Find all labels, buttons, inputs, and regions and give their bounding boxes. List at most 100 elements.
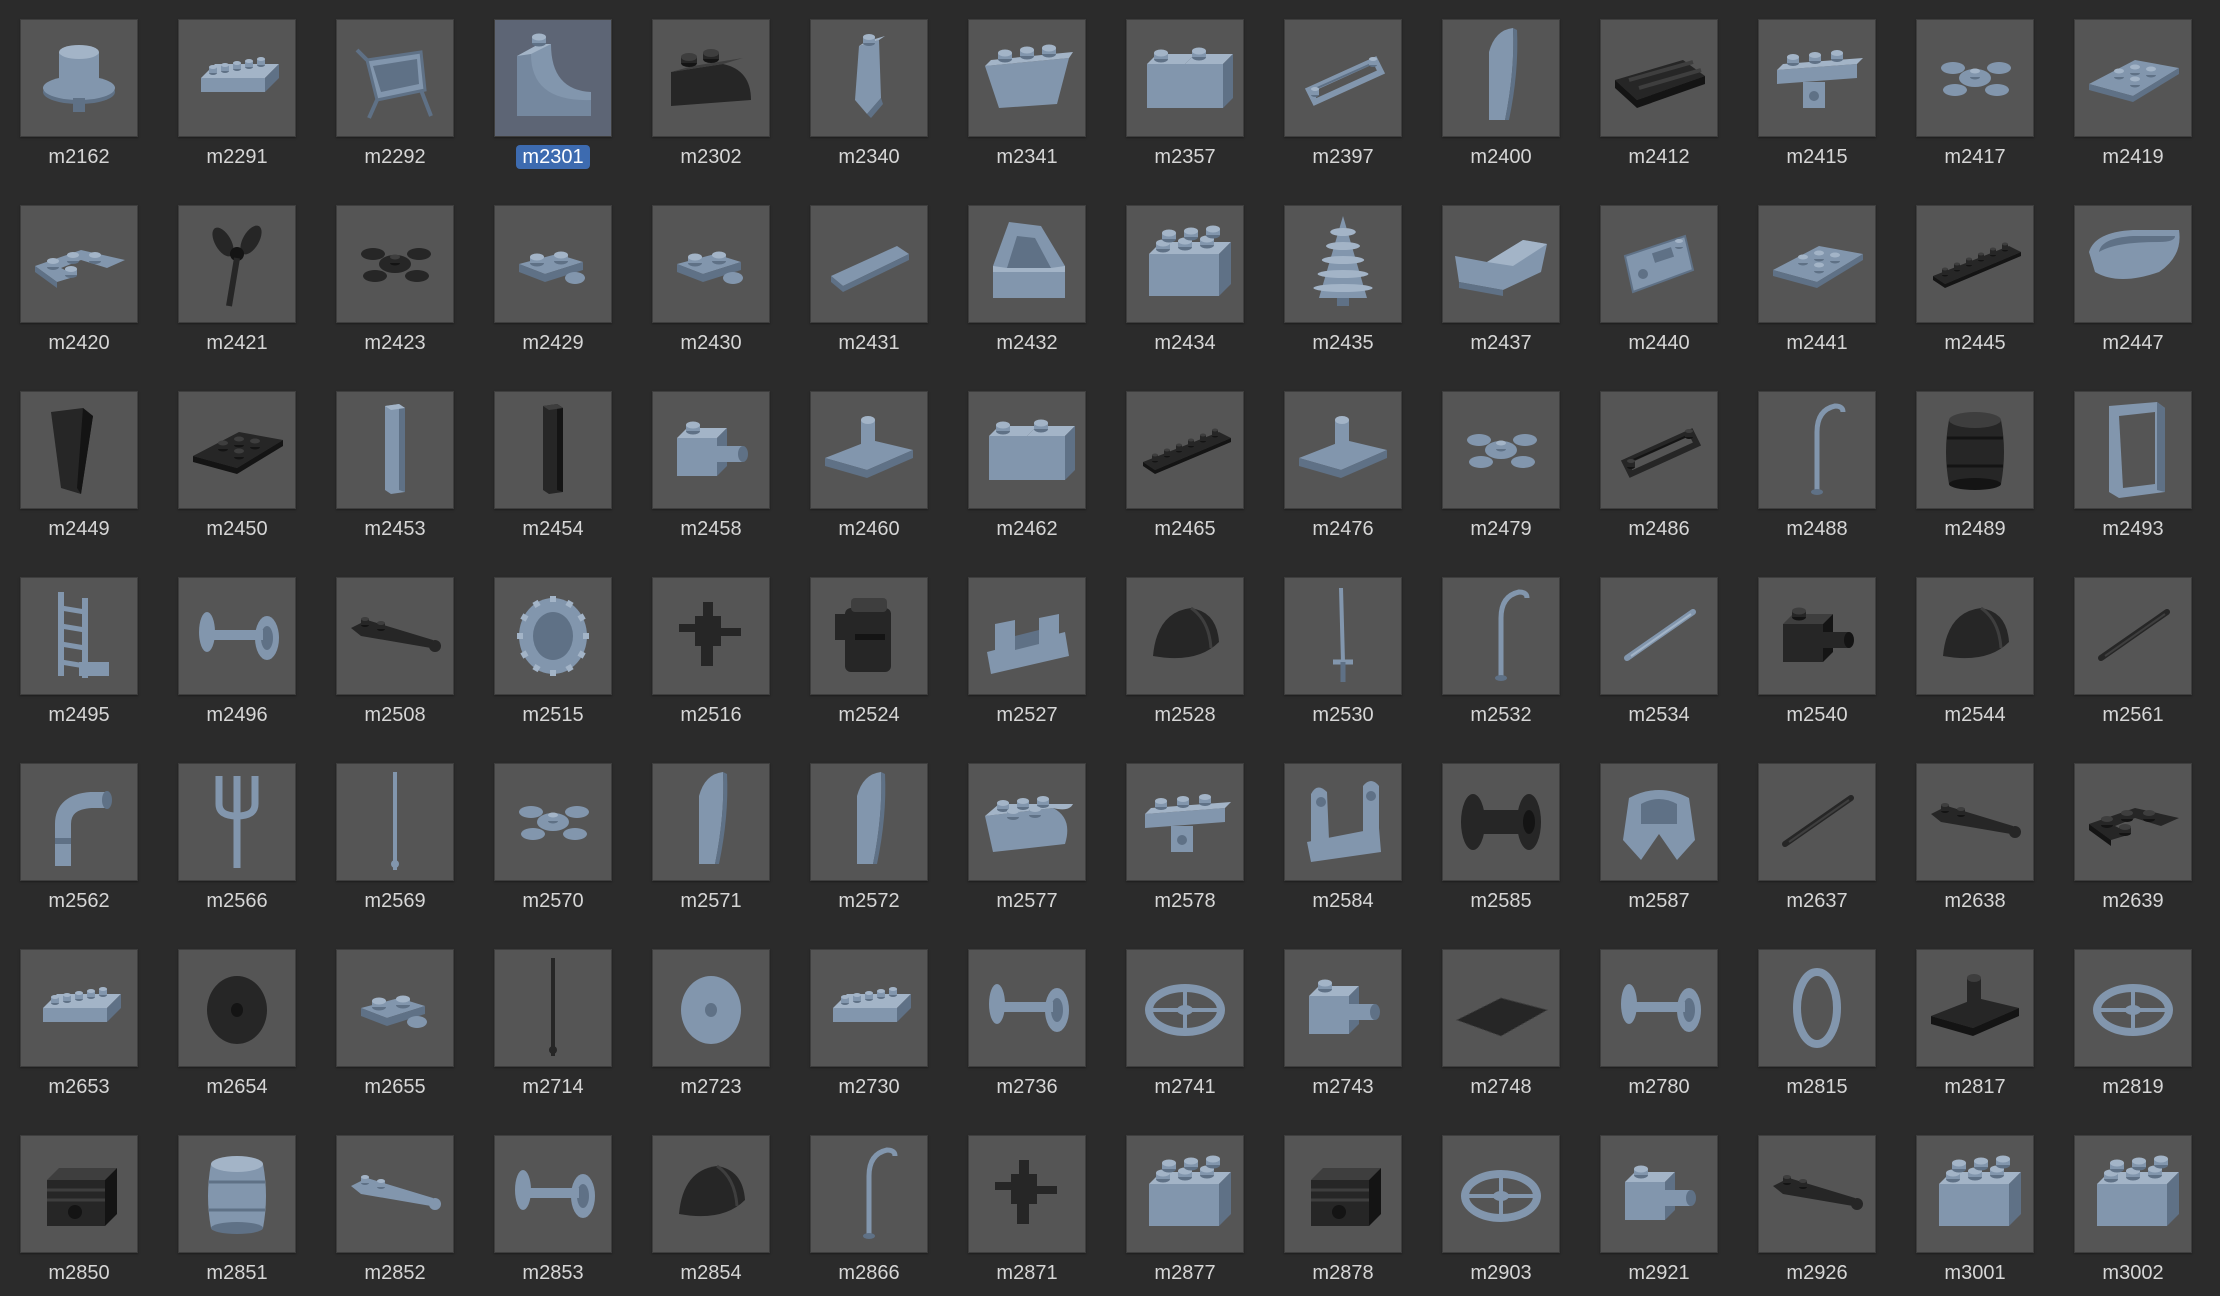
asset-thumbnail[interactable]	[494, 763, 612, 881]
asset-item-m2570[interactable]: m2570	[474, 744, 632, 914]
asset-item-m2714[interactable]: m2714	[474, 930, 632, 1100]
asset-item-m2400[interactable]: m2400	[1422, 0, 1580, 170]
asset-item-m2730[interactable]: m2730	[790, 930, 948, 1100]
asset-thumbnail[interactable]	[652, 949, 770, 1067]
asset-item-m2639[interactable]: m2639	[2054, 744, 2212, 914]
asset-thumbnail[interactable]	[968, 1135, 1086, 1253]
asset-item-m2430[interactable]: m2430	[632, 186, 790, 356]
asset-thumbnail[interactable]	[1284, 577, 1402, 695]
asset-thumbnail[interactable]	[810, 205, 928, 323]
asset-thumbnail[interactable]	[1442, 1135, 1560, 1253]
asset-item-m2465[interactable]: m2465	[1106, 372, 1264, 542]
asset-thumbnail[interactable]	[178, 763, 296, 881]
asset-item-m2421[interactable]: m2421	[158, 186, 316, 356]
asset-item-m2578[interactable]: m2578	[1106, 744, 1264, 914]
asset-thumbnail[interactable]	[2074, 577, 2192, 695]
asset-thumbnail[interactable]	[2074, 391, 2192, 509]
asset-thumbnail[interactable]	[1442, 577, 1560, 695]
asset-thumbnail[interactable]	[336, 1135, 454, 1253]
asset-thumbnail[interactable]	[968, 391, 1086, 509]
asset-item-m2903[interactable]: m2903	[1422, 1116, 1580, 1286]
asset-thumbnail[interactable]	[20, 205, 138, 323]
asset-item-m2432[interactable]: m2432	[948, 186, 1106, 356]
asset-item-m2585[interactable]: m2585	[1422, 744, 1580, 914]
asset-item-m2496[interactable]: m2496	[158, 558, 316, 728]
asset-thumbnail[interactable]	[336, 577, 454, 695]
asset-item-m2743[interactable]: m2743	[1264, 930, 1422, 1100]
asset-thumbnail[interactable]	[1442, 949, 1560, 1067]
asset-thumbnail[interactable]	[494, 949, 612, 1067]
asset-thumbnail[interactable]	[968, 763, 1086, 881]
asset-item-m2528[interactable]: m2528	[1106, 558, 1264, 728]
asset-thumbnail[interactable]	[810, 1135, 928, 1253]
asset-item-m2524[interactable]: m2524	[790, 558, 948, 728]
asset-thumbnail[interactable]	[20, 763, 138, 881]
asset-item-m2454[interactable]: m2454	[474, 372, 632, 542]
asset-item-m2815[interactable]: m2815	[1738, 930, 1896, 1100]
asset-thumbnail[interactable]	[968, 19, 1086, 137]
asset-thumbnail[interactable]	[1126, 19, 1244, 137]
asset-thumbnail[interactable]	[1758, 205, 1876, 323]
asset-thumbnail[interactable]	[1126, 577, 1244, 695]
asset-thumbnail[interactable]	[20, 949, 138, 1067]
asset-thumbnail[interactable]	[1916, 205, 2034, 323]
asset-thumbnail[interactable]	[1126, 949, 1244, 1067]
asset-item-m3001[interactable]: m3001	[1896, 1116, 2054, 1286]
asset-thumbnail[interactable]	[494, 577, 612, 695]
asset-thumbnail[interactable]	[1600, 577, 1718, 695]
asset-item-m2571[interactable]: m2571	[632, 744, 790, 914]
asset-item-m2638[interactable]: m2638	[1896, 744, 2054, 914]
asset-item-m2340[interactable]: m2340	[790, 0, 948, 170]
asset-item-m2655[interactable]: m2655	[316, 930, 474, 1100]
asset-item-m2566[interactable]: m2566	[158, 744, 316, 914]
asset-thumbnail[interactable]	[178, 19, 296, 137]
asset-thumbnail[interactable]	[1600, 949, 1718, 1067]
asset-thumbnail[interactable]	[810, 19, 928, 137]
asset-item-m2850[interactable]: m2850	[0, 1116, 158, 1286]
asset-item-m2853[interactable]: m2853	[474, 1116, 632, 1286]
asset-item-m2654[interactable]: m2654	[158, 930, 316, 1100]
asset-thumbnail[interactable]	[1758, 19, 1876, 137]
asset-thumbnail[interactable]	[178, 1135, 296, 1253]
asset-thumbnail[interactable]	[494, 1135, 612, 1253]
asset-thumbnail[interactable]	[494, 205, 612, 323]
asset-item-m2926[interactable]: m2926	[1738, 1116, 1896, 1286]
asset-thumbnail[interactable]	[810, 949, 928, 1067]
asset-thumbnail[interactable]	[336, 19, 454, 137]
asset-item-m2723[interactable]: m2723	[632, 930, 790, 1100]
asset-item-m2412[interactable]: m2412	[1580, 0, 1738, 170]
asset-item-m2434[interactable]: m2434	[1106, 186, 1264, 356]
asset-item-m2301[interactable]: m2301	[474, 0, 632, 170]
asset-item-m2447[interactable]: m2447	[2054, 186, 2212, 356]
asset-item-m2508[interactable]: m2508	[316, 558, 474, 728]
asset-item-m2871[interactable]: m2871	[948, 1116, 1106, 1286]
asset-item-m2440[interactable]: m2440	[1580, 186, 1738, 356]
asset-thumbnail[interactable]	[1126, 1135, 1244, 1253]
asset-thumbnail[interactable]	[1600, 1135, 1718, 1253]
asset-thumbnail[interactable]	[336, 949, 454, 1067]
asset-item-m2341[interactable]: m2341	[948, 0, 1106, 170]
asset-thumbnail[interactable]	[2074, 205, 2192, 323]
asset-item-m2441[interactable]: m2441	[1738, 186, 1896, 356]
asset-thumbnail[interactable]	[1600, 763, 1718, 881]
asset-item-m2420[interactable]: m2420	[0, 186, 158, 356]
asset-thumbnail[interactable]	[494, 19, 612, 137]
asset-thumbnail[interactable]	[336, 205, 454, 323]
asset-thumbnail[interactable]	[1442, 205, 1560, 323]
asset-thumbnail[interactable]	[652, 19, 770, 137]
asset-thumbnail[interactable]	[1916, 1135, 2034, 1253]
asset-item-m2429[interactable]: m2429	[474, 186, 632, 356]
asset-item-m2854[interactable]: m2854	[632, 1116, 790, 1286]
asset-thumbnail[interactable]	[1758, 949, 1876, 1067]
asset-thumbnail[interactable]	[810, 577, 928, 695]
asset-item-m2851[interactable]: m2851	[158, 1116, 316, 1286]
asset-item-m2569[interactable]: m2569	[316, 744, 474, 914]
asset-item-m2291[interactable]: m2291	[158, 0, 316, 170]
asset-item-m2577[interactable]: m2577	[948, 744, 1106, 914]
asset-thumbnail[interactable]	[2074, 1135, 2192, 1253]
asset-item-m2449[interactable]: m2449	[0, 372, 158, 542]
asset-thumbnail[interactable]	[20, 391, 138, 509]
asset-thumbnail[interactable]	[652, 1135, 770, 1253]
asset-thumbnail[interactable]	[652, 205, 770, 323]
asset-item-m2417[interactable]: m2417	[1896, 0, 2054, 170]
